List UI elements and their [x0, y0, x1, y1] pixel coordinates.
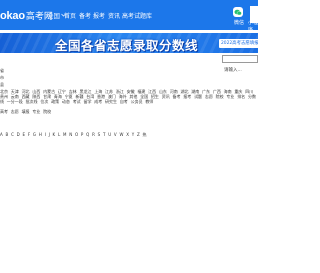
alphabet-link[interactable]: P [81, 132, 83, 137]
alphabet-link[interactable]: S [98, 132, 101, 137]
nav-item-home[interactable]: 首页 [64, 11, 76, 20]
alphabet-link[interactable]: R [92, 132, 95, 137]
city-label: 全国 [47, 12, 60, 20]
sub-link[interactable]: 填报 [22, 109, 30, 114]
alphabet-link[interactable]: N [69, 132, 72, 137]
alphabet-link[interactable]: T [103, 132, 105, 137]
alphabet-link[interactable]: H [39, 132, 42, 137]
alphabet-link[interactable]: J [49, 132, 50, 137]
province-link[interactable]: 教师 [145, 99, 153, 104]
alphabet-link[interactable]: E [23, 132, 26, 137]
section-label-city: 市 [0, 75, 4, 80]
site-logo[interactable]: okao 高考网 [0, 9, 53, 23]
wechat-glyph-icon [234, 9, 242, 15]
province-link-list: 北京 天津 河北 山西 内蒙古 辽宁 吉林 黑龙江 上海 江苏 浙江 安徽 福建… [0, 89, 258, 104]
alphabet-link[interactable]: 热 [142, 132, 146, 137]
province-link[interactable]: 成考 [94, 99, 102, 104]
alphabet-link[interactable]: B [6, 132, 9, 137]
sub-link-list: 高考 志愿 填报 专业 院校 [0, 109, 53, 115]
miniapp-label: 小程序 [248, 20, 259, 33]
province-link[interactable]: 研究生 [105, 99, 117, 104]
search-input[interactable] [223, 67, 257, 73]
province-link[interactable]: 院校 [216, 94, 224, 99]
nav-item-exam-bank[interactable]: 高考试题库 [122, 11, 152, 20]
alphabet-link[interactable]: U [108, 132, 111, 137]
alphabet-link[interactable]: D [17, 132, 20, 137]
wechat-icon[interactable] [233, 7, 243, 17]
banner-title: 全国各省志愿录取分数线 [55, 38, 199, 53]
alphabet-link[interactable]: L [58, 132, 60, 137]
nav-item-news[interactable]: 资讯 [108, 11, 120, 20]
alphabet-link[interactable]: G [33, 132, 36, 137]
sub-link[interactable]: 志愿 [11, 109, 19, 114]
province-link[interactable]: 志愿 [205, 94, 213, 99]
sub-link[interactable]: 高考 [0, 109, 8, 114]
province-link[interactable]: 报考 [183, 94, 191, 99]
alphabet-link[interactable]: O [75, 132, 78, 137]
alphabet-link[interactable]: I [45, 132, 46, 137]
province-link[interactable]: 资讯 [162, 94, 170, 99]
wechat-label: 微信 [234, 20, 245, 26]
alphabet-link[interactable]: V [114, 132, 117, 137]
alphabet-link[interactable]: X [126, 132, 129, 137]
section-label-province: 省 [0, 68, 4, 73]
top-navigation-bar: okao 高考网 全国 首页 备考 报考 资讯 高考试题库 微信 小程序 [0, 0, 259, 33]
alphabet-link[interactable]: Y [132, 132, 134, 137]
province-link[interactable]: 排名 [237, 94, 245, 99]
nav-item-beikao[interactable]: 备考 [79, 11, 91, 20]
province-link[interactable]: 专业 [226, 94, 234, 99]
alphabet-link[interactable]: W [119, 132, 123, 137]
alphabet-link[interactable]: K [53, 132, 56, 137]
province-link[interactable]: 留学 [83, 99, 91, 104]
province-link[interactable]: 试题 [194, 94, 202, 99]
province-link[interactable]: 一分一段 [7, 99, 23, 104]
alphabet-link[interactable]: M [63, 132, 66, 137]
province-link[interactable]: 位次 [40, 99, 48, 104]
province-link[interactable]: 动态 [62, 99, 70, 104]
alphabet-link[interactable]: C [11, 132, 14, 137]
alphabet-link[interactable]: A [0, 132, 3, 137]
nav-item-baokao[interactable]: 报考 [93, 11, 105, 20]
section-label-county: 县 [0, 82, 4, 87]
banner-badge[interactable]: 2022高考志愿填报查询 [219, 39, 258, 48]
search-box[interactable] [222, 55, 258, 73]
alphabet-link[interactable]: Q [86, 132, 89, 137]
province-link[interactable]: 批次线 [26, 99, 38, 104]
province-link[interactable]: 自考 [120, 99, 128, 104]
alphabet-index: A B C D E F G H I J K L M N O P Q R S T … [0, 132, 148, 138]
province-link[interactable]: 备考 [173, 94, 181, 99]
alphabet-link[interactable]: F [28, 132, 30, 137]
province-link[interactable]: 政策 [51, 99, 59, 104]
alphabet-link[interactable]: Z [137, 132, 140, 137]
promo-banner[interactable]: 全国各省志愿录取分数线 2022高考志愿填报查询 [0, 33, 258, 53]
province-link[interactable]: 公务员 [131, 99, 143, 104]
sub-link[interactable]: 院校 [43, 109, 51, 114]
province-link[interactable]: 考试 [73, 99, 81, 104]
logo-text-en: okao [0, 9, 25, 22]
sub-link[interactable]: 专业 [32, 109, 40, 114]
